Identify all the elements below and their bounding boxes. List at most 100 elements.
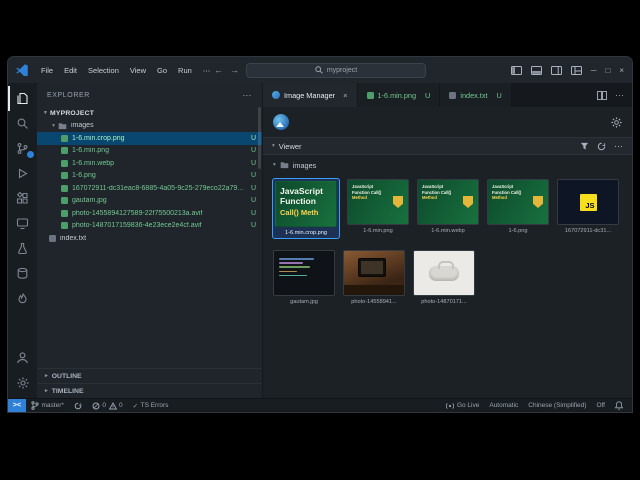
refresh-icon[interactable]: [597, 142, 606, 151]
image-file-icon: [61, 172, 68, 180]
tree-file-row[interactable]: photo-1487017159836-4e23ece2e4cf.avif U: [37, 220, 262, 233]
tree-file-index-txt[interactable]: index.txt: [37, 232, 262, 245]
search-sidebar-icon[interactable]: [8, 111, 37, 136]
js-logo: JS: [579, 193, 597, 211]
viewer-folder-images[interactable]: ▾ images: [263, 157, 632, 173]
tree-file-row[interactable]: 1-6.min.crop.png U: [37, 132, 262, 145]
run-debug-icon[interactable]: [8, 161, 37, 186]
source-control-icon[interactable]: [8, 136, 37, 161]
sidebar-scrollbar[interactable]: [258, 107, 261, 169]
database-icon[interactable]: [8, 261, 37, 286]
image-caption: 1-6.min.webp: [431, 228, 465, 234]
tree-file-row[interactable]: 167072911-dc31eac8-6885-4a05-9c25-279eco…: [37, 182, 262, 195]
thumbnail-image: JS: [557, 179, 619, 225]
tree-file-row[interactable]: 1-6.min.webp U: [37, 157, 262, 170]
thumbnail-image: JavaScript Function Call() Method: [487, 179, 549, 225]
forward-arrow-icon[interactable]: →: [230, 65, 239, 75]
file-name: gautam.jpg: [72, 197, 107, 205]
image-card[interactable]: JavaScript Function Call() Method 1-6.pn…: [487, 179, 549, 238]
toggle-off-item[interactable]: Off: [591, 399, 610, 412]
language-mode-item[interactable]: Chinese (Simplified): [523, 399, 591, 412]
image-file-icon: [61, 222, 68, 230]
sync-item[interactable]: [69, 399, 87, 412]
outline-label: OUTLINE: [51, 372, 82, 380]
tree-root-myproject[interactable]: ▾ MYPROJECT: [37, 107, 262, 120]
thumbnail-grid: JavaScript Function Call() Meth 1-6.min.…: [263, 173, 632, 311]
toggle-panel-icon[interactable]: [530, 65, 542, 75]
outline-section[interactable]: ▸ OUTLINE: [37, 368, 262, 383]
back-arrow-icon[interactable]: ←: [214, 65, 223, 75]
image-file-icon: [61, 197, 68, 205]
git-branch-item[interactable]: master*: [26, 399, 69, 412]
menu-edit[interactable]: Edit: [59, 64, 82, 77]
go-live-item[interactable]: Go Live: [441, 399, 484, 412]
sidebar-bottom-sections: ▸ OUTLINE ▸ TIMELINE: [37, 368, 262, 398]
chevron-down-icon: ▾: [272, 143, 275, 149]
explorer-icon[interactable]: [8, 86, 37, 111]
folder-icon: [280, 162, 289, 169]
tree-file-row[interactable]: 1-6.min.png U: [37, 145, 262, 158]
explorer-sidebar: EXPLORER ⋯ ▾ MYPROJECT ▾ images 1-6.min.…: [37, 83, 263, 398]
extensions-icon[interactable]: [8, 186, 37, 211]
flame-icon[interactable]: [8, 286, 37, 311]
remote-explorer-icon[interactable]: [8, 211, 37, 236]
account-icon[interactable]: [8, 345, 37, 370]
image-file-icon: [366, 91, 374, 99]
tab-image-manager[interactable]: Image Manager ×: [263, 83, 358, 107]
minimize-button[interactable]: ─: [591, 66, 597, 75]
image-card[interactable]: JavaScript Function Call() Method 1-6.mi…: [417, 179, 479, 238]
check-icon: ✓: [132, 402, 139, 410]
tree-file-row[interactable]: 1-6.png U: [37, 170, 262, 183]
image-card-selected[interactable]: JavaScript Function Call() Meth 1-6.min.…: [272, 178, 340, 239]
broadcast-icon: [446, 402, 455, 409]
problems-item[interactable]: 0 0: [87, 399, 128, 412]
tree-folder-images[interactable]: ▾ images: [37, 120, 262, 133]
close-button[interactable]: ×: [619, 66, 624, 75]
command-center-search[interactable]: myproject: [246, 62, 426, 78]
image-card[interactable]: JavaScript Function Call() Method 1-6.mi…: [347, 179, 409, 238]
testing-icon[interactable]: [8, 236, 37, 261]
remote-indicator[interactable]: ><: [8, 399, 26, 412]
tab-index-txt[interactable]: index.txt U: [440, 83, 512, 107]
explorer-more-actions-icon[interactable]: ⋯: [242, 90, 252, 101]
menu-selection[interactable]: Selection: [83, 64, 124, 77]
filter-icon[interactable]: [580, 142, 589, 151]
tree-file-row[interactable]: gautam.jpg U: [37, 195, 262, 208]
image-file-icon: [61, 184, 68, 192]
more-actions-icon[interactable]: ⋯: [614, 141, 623, 152]
menu-view[interactable]: View: [125, 64, 151, 77]
image-card[interactable]: photo-14870171...: [413, 250, 475, 305]
settings-gear-icon[interactable]: [611, 116, 622, 128]
viewer-section-header[interactable]: ▾ Viewer ⋯: [263, 137, 632, 155]
menu-go[interactable]: Go: [152, 64, 172, 77]
maximize-button[interactable]: □: [605, 66, 610, 75]
settings-gear-icon[interactable]: [8, 370, 37, 395]
tab-1-6-min-png[interactable]: 1-6.min.png U: [357, 83, 441, 107]
split-editor-icon[interactable]: [597, 90, 607, 100]
menu-file[interactable]: File: [36, 64, 58, 77]
timeline-section[interactable]: ▸ TIMELINE: [37, 383, 262, 398]
shield-icon: [463, 196, 473, 208]
image-card[interactable]: JS 167072911-dc31...: [557, 179, 619, 238]
file-name: 1-6.min.webp: [72, 159, 115, 167]
ts-errors-item[interactable]: ✓ TS Errors: [128, 399, 174, 412]
more-actions-icon[interactable]: ⋯: [615, 90, 624, 101]
notifications-item[interactable]: [610, 399, 628, 412]
toggle-sidebar-icon[interactable]: [510, 65, 522, 75]
image-card[interactable]: gautam.jpg: [273, 250, 335, 305]
formatter-item[interactable]: Automatic: [484, 399, 523, 412]
close-icon[interactable]: ×: [343, 91, 347, 100]
window-controls: ─ □ ×: [510, 65, 624, 75]
image-caption: photo-14558941...: [351, 299, 397, 305]
git-untracked-badge: U: [250, 209, 256, 217]
file-name: 1-6.png: [72, 172, 96, 180]
menu-run[interactable]: Run: [173, 64, 197, 77]
image-card[interactable]: photo-14558941...: [343, 250, 405, 305]
customize-layout-icon[interactable]: [570, 65, 582, 75]
menu-overflow[interactable]: ⋯: [198, 64, 216, 77]
image-manager-logo-icon[interactable]: [273, 114, 289, 130]
thumbnail-image: [273, 250, 335, 296]
tree-file-row[interactable]: photo-1455894127589-22f75500213a.avif U: [37, 207, 262, 220]
toggle-secondary-sidebar-icon[interactable]: [550, 65, 562, 75]
thumbnail-image: JavaScript Function Call() Method: [417, 179, 479, 225]
